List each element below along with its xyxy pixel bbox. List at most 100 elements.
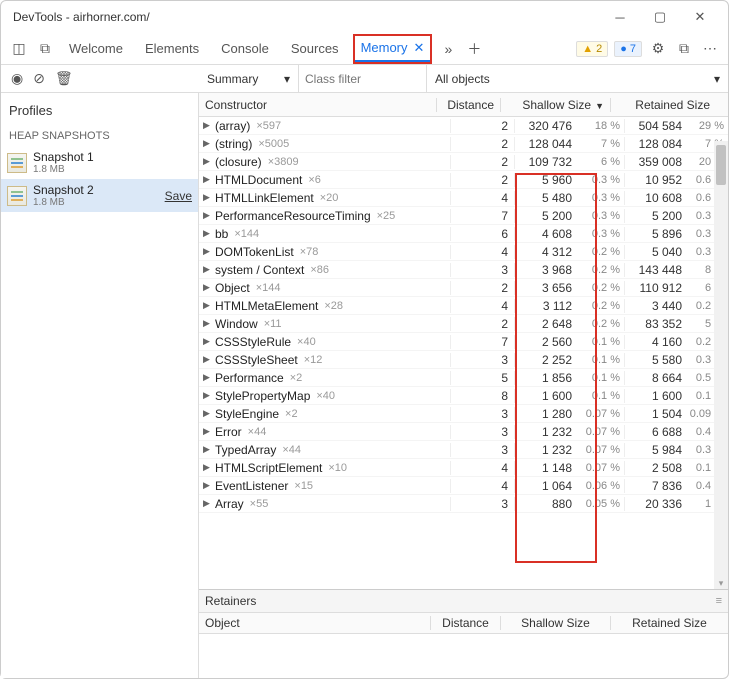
expand-icon[interactable]: ▶	[203, 246, 213, 257]
tab-sources[interactable]: Sources	[281, 34, 349, 64]
ret-col-distance[interactable]: Distance	[430, 616, 500, 630]
clear-icon[interactable]: ⊘	[33, 70, 45, 87]
maximize-icon[interactable]: ▢	[640, 9, 680, 25]
expand-icon[interactable]: ▶	[203, 498, 213, 509]
instance-count: ×44	[248, 426, 267, 438]
table-row[interactable]: ▶StylePropertyMap×4081 6000.1 %1 6000.1 …	[199, 387, 728, 405]
ret-col-retained[interactable]: Retained Size	[610, 616, 728, 630]
allobjects-label: All objects	[435, 72, 490, 86]
more-tabs-icon[interactable]: »	[436, 41, 460, 57]
instance-count: ×11	[264, 318, 282, 330]
delete-icon[interactable]: 🗑	[55, 70, 73, 87]
tab-elements[interactable]: Elements	[135, 34, 209, 64]
shallow-value: 5 480	[514, 191, 574, 205]
expand-icon[interactable]: ▶	[203, 192, 213, 203]
tab-memory[interactable]: Memory ✕	[355, 36, 431, 62]
expand-icon[interactable]: ▶	[203, 300, 213, 311]
table-row[interactable]: ▶Object×14423 6560.2 %110 9126 %	[199, 279, 728, 297]
table-row[interactable]: ▶Error×4431 2320.07 %6 6880.4 %	[199, 423, 728, 441]
view-dropdown[interactable]: Summary ▾	[199, 65, 299, 92]
retained-value: 7 836	[624, 479, 684, 493]
scrollbar-thumb[interactable]	[716, 145, 726, 185]
expand-icon[interactable]: ▶	[203, 354, 213, 365]
expand-icon[interactable]: ▶	[203, 462, 213, 473]
settings-icon[interactable]: ⚙	[646, 40, 670, 57]
more-icon[interactable]: ⋯	[698, 40, 722, 57]
scrollbar[interactable]: ▾	[714, 141, 728, 589]
snapshot-item-2[interactable]: Snapshot 2 1.8 MB Save	[1, 179, 198, 212]
minimize-icon[interactable]: ─	[600, 10, 640, 25]
table-row[interactable]: ▶PerformanceResourceTiming×2575 2000.3 %…	[199, 207, 728, 225]
expand-icon[interactable]: ▶	[203, 318, 213, 329]
expand-icon[interactable]: ▶	[203, 282, 213, 293]
retained-value: 6 688	[624, 425, 684, 439]
distance-value: 4	[450, 245, 514, 259]
device-icon[interactable]: ⧉	[33, 40, 57, 57]
table-row[interactable]: ▶CSSStyleRule×4072 5600.1 %4 1600.2 %	[199, 333, 728, 351]
expand-icon[interactable]: ▶	[203, 174, 213, 185]
tab-memory-label: Memory	[361, 33, 408, 63]
expand-icon[interactable]: ▶	[203, 138, 213, 149]
expand-icon[interactable]: ▶	[203, 390, 213, 401]
inspect-icon[interactable]: ◫	[7, 40, 31, 57]
table-row[interactable]: ▶Performance×251 8560.1 %8 6640.5 %	[199, 369, 728, 387]
tab-close-icon[interactable]: ✕	[414, 33, 425, 63]
expand-icon[interactable]: ▶	[203, 372, 213, 383]
table-row[interactable]: ▶StyleEngine×231 2800.07 %1 5040.09 %	[199, 405, 728, 423]
add-tab-icon[interactable]: ＋	[462, 39, 486, 59]
allobjects-dropdown[interactable]: All objects ▾	[427, 72, 728, 86]
scroll-down-icon[interactable]: ▾	[714, 578, 728, 589]
table-row[interactable]: ▶(array)×5972320 47618 %504 58429 %	[199, 117, 728, 135]
table-row[interactable]: ▶HTMLScriptElement×1041 1480.07 %2 5080.…	[199, 459, 728, 477]
col-distance[interactable]: Distance	[436, 98, 500, 112]
table-row[interactable]: ▶bb×14464 6080.3 %5 8960.3 %	[199, 225, 728, 243]
expand-icon[interactable]: ▶	[203, 444, 213, 455]
table-row[interactable]: ▶HTMLLinkElement×2045 4800.3 %10 6080.6 …	[199, 189, 728, 207]
instance-count: ×597	[256, 120, 281, 132]
constructor-name: CSSStyleRule	[215, 335, 291, 349]
ret-col-shallow[interactable]: Shallow Size	[500, 616, 610, 630]
retained-value: 10 952	[624, 173, 684, 187]
shallow-value: 1 600	[514, 389, 574, 403]
table-row[interactable]: ▶Array×5538800.05 %20 3361 %	[199, 495, 728, 513]
expand-icon[interactable]: ▶	[203, 210, 213, 221]
table-row[interactable]: ▶DOMTokenList×7844 3120.2 %5 0400.3 %	[199, 243, 728, 261]
expand-icon[interactable]: ▶	[203, 426, 213, 437]
table-row[interactable]: ▶CSSStyleSheet×1232 2520.1 %5 5800.3 %	[199, 351, 728, 369]
col-retained[interactable]: Retained Size	[610, 98, 728, 112]
table-row[interactable]: ▶(closure)×38092109 7326 %359 00820 %	[199, 153, 728, 171]
col-constructor[interactable]: Constructor	[199, 98, 436, 112]
expand-icon[interactable]: ▶	[203, 156, 213, 167]
snapshot-save-link[interactable]: Save	[165, 189, 192, 203]
expand-icon[interactable]: ▶	[203, 480, 213, 491]
shallow-value: 1 280	[514, 407, 574, 421]
dock-icon[interactable]: ⧉	[672, 40, 696, 57]
warnings-badge[interactable]: ▲2	[576, 41, 608, 57]
record-icon[interactable]: ◉	[11, 70, 23, 87]
close-icon[interactable]: ✕	[680, 9, 720, 25]
class-filter-input[interactable]	[299, 65, 426, 92]
retainers-menu-icon[interactable]: ≡	[716, 595, 722, 607]
expand-icon[interactable]: ▶	[203, 336, 213, 347]
table-row[interactable]: ▶TypedArray×4431 2320.07 %5 9840.3 %	[199, 441, 728, 459]
info-badge[interactable]: ●7	[614, 41, 642, 57]
tab-console[interactable]: Console	[211, 34, 279, 64]
table-row[interactable]: ▶EventListener×1541 0640.06 %7 8360.4 %	[199, 477, 728, 495]
table-row[interactable]: ▶(string)×50052128 0447 %128 0847 %	[199, 135, 728, 153]
expand-icon[interactable]: ▶	[203, 120, 213, 131]
expand-icon[interactable]: ▶	[203, 408, 213, 419]
snapshot-item-1[interactable]: Snapshot 1 1.8 MB	[1, 146, 198, 179]
expand-icon[interactable]: ▶	[203, 228, 213, 239]
table-row[interactable]: ▶HTMLDocument×625 9600.3 %10 9520.6 %	[199, 171, 728, 189]
col-shallow[interactable]: Shallow Size▼	[500, 98, 610, 112]
table-row[interactable]: ▶Window×1122 6480.2 %83 3525 %	[199, 315, 728, 333]
distance-value: 3	[450, 443, 514, 457]
table-row[interactable]: ▶system / Context×8633 9680.2 %143 4488 …	[199, 261, 728, 279]
ret-col-object[interactable]: Object	[199, 616, 430, 630]
shallow-value: 880	[514, 497, 574, 511]
tab-welcome[interactable]: Welcome	[59, 34, 133, 64]
instance-count: ×25	[377, 210, 396, 222]
table-row[interactable]: ▶HTMLMetaElement×2843 1120.2 %3 4400.2 %	[199, 297, 728, 315]
retained-value: 504 584	[624, 119, 684, 133]
expand-icon[interactable]: ▶	[203, 264, 213, 275]
